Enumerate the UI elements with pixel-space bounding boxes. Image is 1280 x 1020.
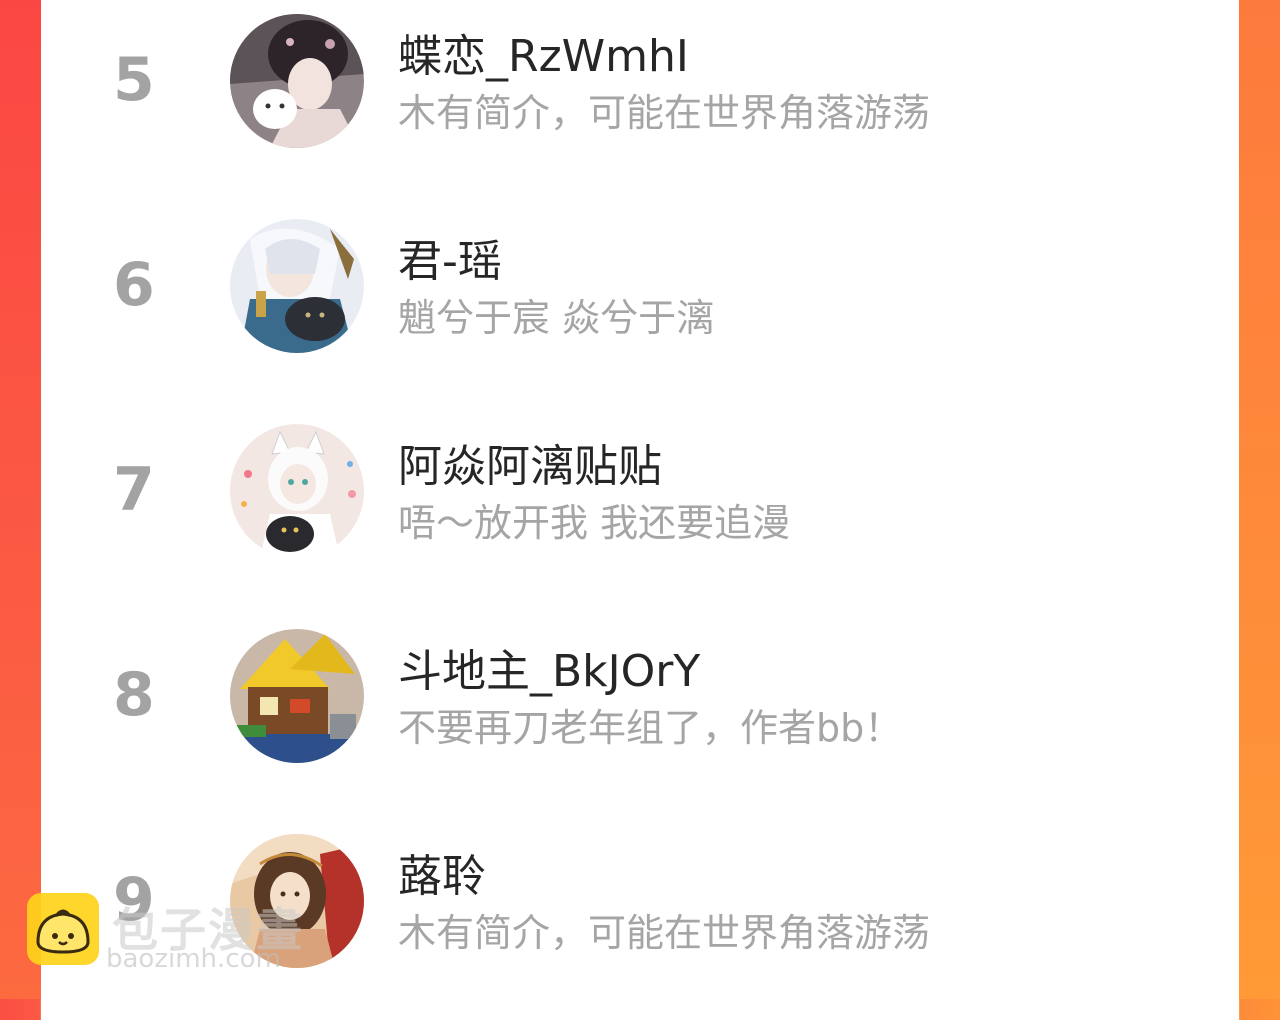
ranking-row[interactable]: 7 阿焱阿漓贴贴 唔～放开我 我还要追漫	[41, 410, 1239, 610]
username[interactable]: 斗地主_BkJOrY	[398, 635, 700, 699]
user-bio: 魈兮于宸 焱兮于漓	[398, 296, 715, 340]
user-bio: 木有简介，可能在世界角落游荡	[398, 91, 931, 135]
ranking-row[interactable]: 8 斗地主_BkJOrY 不要再刀老年组了，作者bb！	[41, 615, 1239, 815]
username[interactable]: 蝶恋_RzWmhI	[398, 20, 689, 84]
user-bio: 木有简介，可能在世界角落游荡	[398, 911, 931, 955]
rank-number: 6	[113, 250, 155, 320]
left-border	[0, 0, 41, 999]
user-bio: 唔～放开我 我还要追漫	[398, 501, 791, 545]
white-fox-girl-with-black-cat-avatar[interactable]	[230, 424, 364, 558]
rank-number: 8	[113, 660, 155, 730]
watermark-url: baozimh.com	[106, 944, 281, 974]
bun-mascot-icon	[27, 893, 99, 965]
girl-with-white-cat-avatar[interactable]	[230, 14, 364, 148]
username[interactable]: 君-瑶	[398, 225, 502, 289]
rank-number: 5	[113, 45, 155, 115]
watermark: 包子漫畫 baozimh.com	[26, 892, 326, 982]
right-border	[1239, 0, 1280, 999]
lego-house-avatar[interactable]	[230, 629, 364, 763]
username[interactable]: 阿焱阿漓贴贴	[398, 430, 662, 494]
ranking-row[interactable]: 5 蝶恋_RzWmhI 木有简介，可能在世界角落游荡	[41, 0, 1239, 200]
ranking-list: 5 蝶恋_RzWmhI 木有简介，可能在世界角落游荡 6 君-瑶 魈兮于宸 焱兮…	[41, 0, 1239, 999]
user-bio: 不要再刀老年组了，作者bb！	[398, 706, 903, 750]
rank-number: 7	[113, 455, 155, 525]
ranking-row[interactable]: 6 君-瑶 魈兮于宸 焱兮于漓	[41, 205, 1239, 405]
white-haired-man-with-black-cat-avatar[interactable]	[230, 219, 364, 353]
username[interactable]: 蕗聆	[398, 840, 486, 904]
